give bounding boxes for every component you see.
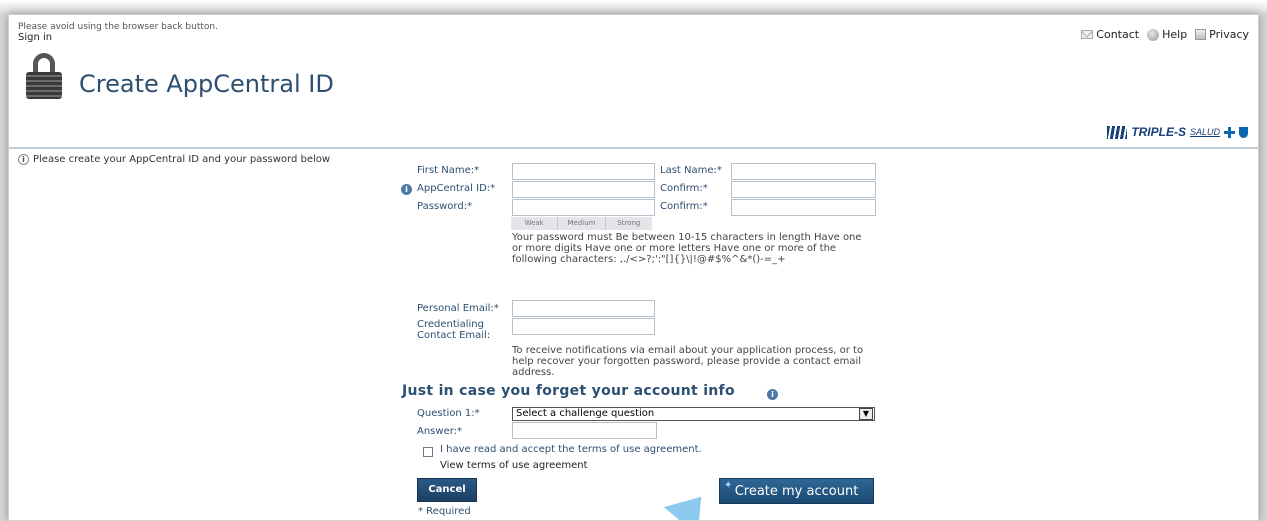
recovery-info-icon[interactable]: i	[767, 389, 778, 400]
password-input[interactable]	[512, 199, 655, 216]
top-links: Contact Help Privacy	[1081, 28, 1249, 41]
cancel-button[interactable]: Cancel	[417, 478, 477, 502]
confirm-password-input[interactable]	[731, 199, 876, 216]
strength-medium: Medium	[558, 217, 606, 230]
challenge-question-select[interactable]: Select a challenge question ▼	[512, 407, 875, 421]
page-title: Create AppCentral ID	[79, 70, 334, 98]
password-rules: Your password must Be between 10-15 char…	[512, 232, 862, 265]
envelope-icon	[1081, 30, 1094, 39]
brand-sub: SALUD	[1189, 127, 1220, 137]
create-account-button[interactable]: ✦ Create my account	[719, 478, 874, 504]
window-top-edge	[0, 0, 1267, 14]
appcentral-id-input[interactable]	[512, 181, 655, 198]
padlock-icon	[26, 53, 62, 99]
answer-label: Answer:*	[417, 426, 463, 437]
password-label: Password:*	[417, 201, 473, 212]
intro-text: Please create your AppCentral ID and you…	[33, 154, 331, 165]
privacy-icon	[1195, 29, 1207, 40]
personal-email-input[interactable]	[512, 300, 655, 317]
personal-email-label: Personal Email:*	[417, 303, 499, 314]
answer-input[interactable]	[512, 422, 657, 439]
credentialing-email-input[interactable]	[512, 318, 655, 335]
header-divider	[9, 147, 1258, 149]
help-link[interactable]: Help	[1147, 28, 1187, 41]
blue-shield-icon	[1239, 126, 1248, 138]
last-name-input[interactable]	[731, 163, 876, 180]
help-label: Help	[1162, 28, 1188, 41]
brand-name: TRIPLE-S	[1131, 125, 1186, 139]
recovery-heading: Just in case you forget your account inf…	[402, 383, 735, 399]
challenge-question-value: Select a challenge question	[516, 408, 655, 419]
appcentral-id-info-icon[interactable]: i	[401, 184, 412, 195]
accept-terms-checkbox[interactable]	[423, 447, 433, 457]
email-note: To receive notifications via email about…	[512, 345, 864, 378]
intro-message: i Please create your AppCentral ID and y…	[18, 154, 330, 165]
brand-logo: TRIPLE-S SALUD	[1107, 125, 1248, 139]
strength-weak: Weak	[511, 217, 559, 230]
required-note: * Required	[418, 506, 471, 517]
appcentral-id-label: AppCentral ID:*	[417, 183, 496, 194]
help-icon	[1147, 28, 1160, 41]
first-name-input[interactable]	[512, 163, 655, 180]
privacy-label: Privacy	[1209, 28, 1249, 41]
question-label: Question 1:*	[417, 408, 480, 419]
confirm-password-label: Confirm:*	[660, 201, 708, 212]
page-frame: Please avoid using the browser back butt…	[8, 14, 1259, 521]
confirm-id-label: Confirm:*	[660, 183, 708, 194]
info-icon: i	[18, 154, 29, 165]
view-terms-link[interactable]: View terms of use agreement	[440, 460, 588, 471]
first-name-label: First Name:*	[417, 165, 480, 176]
privacy-link[interactable]: Privacy	[1195, 28, 1249, 41]
password-strength-meter: Weak Medium Strong	[511, 217, 652, 230]
pointer-cursor-icon	[663, 482, 719, 520]
credentialing-email-label-line1: Credentialing	[417, 319, 484, 330]
contact-label: Contact	[1096, 28, 1140, 41]
create-account-label: Create my account	[734, 484, 859, 499]
sign-in-link[interactable]: Sign in	[18, 32, 52, 43]
brand-stripes-icon	[1107, 125, 1128, 139]
last-name-label: Last Name:*	[660, 165, 722, 176]
chevron-down-icon: ▼	[859, 408, 873, 420]
contact-link[interactable]: Contact	[1081, 28, 1139, 41]
sparkle-icon: ✦	[724, 480, 733, 491]
accept-terms-label: I have read and accept the terms of use …	[440, 444, 702, 455]
confirm-id-input[interactable]	[731, 181, 876, 198]
strength-strong: Strong	[617, 219, 641, 227]
credentialing-email-label-line2: Contact Email:	[417, 330, 491, 341]
blue-cross-icon	[1224, 126, 1235, 138]
back-button-warning: Please avoid using the browser back butt…	[18, 22, 218, 32]
